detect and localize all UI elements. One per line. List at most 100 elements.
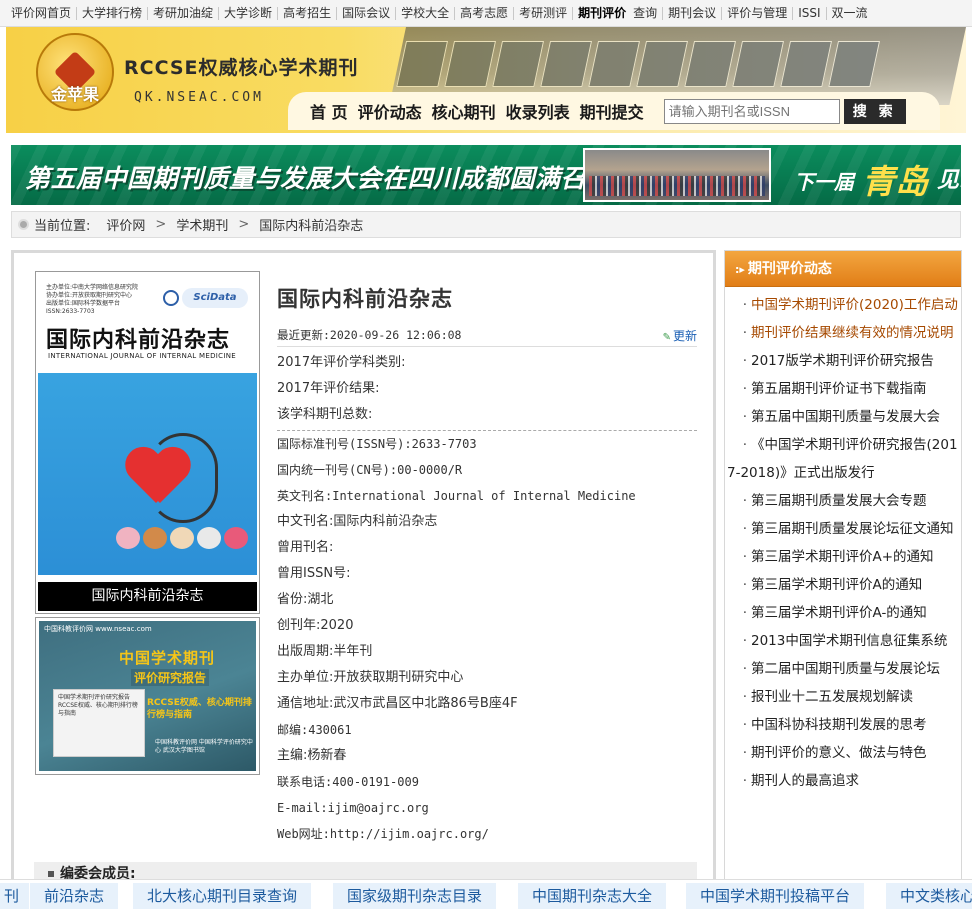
field-website[interactable]: Web网址:http://ijim.oajrc.org/ [277, 821, 697, 847]
sidebar-item[interactable]: · 第三届期刊质量发展论坛征文通知 [725, 515, 961, 543]
bottom-link[interactable]: 前沿杂志 [30, 883, 119, 909]
topnav-link-home[interactable]: 评价网首页 [6, 6, 78, 20]
field-email[interactable]: E-mail:ijim@oajrc.org [277, 795, 697, 821]
topnav-link-eval-management[interactable]: 评价与管理 [722, 6, 794, 20]
last-updated: 最近更新:2020-09-26 12:06:08 [277, 328, 462, 342]
cover-title: 国际内科前沿杂志 [46, 328, 231, 353]
bottom-link[interactable]: 北大核心期刊目录查询 [133, 883, 312, 909]
field-sponsor: 主办单位:开放获取期刊研究中心 [277, 670, 464, 685]
eval-block: 2017年评价学科类别: 2017年评价结果: 该学科期刊总数: [277, 347, 697, 431]
breadcrumb: 当前位置: 评价网 > 学术期刊 > 国际内科前沿杂志 [11, 211, 961, 238]
topnav-link-double-first[interactable]: 双一流 [827, 6, 873, 20]
bottom-link[interactable]: 中国期刊杂志大全 [518, 883, 667, 909]
field-issn: 国际标准刊号(ISSN号):2633-7703 [277, 437, 477, 451]
sidebar-item[interactable]: · 第三届期刊质量发展大会专题 [725, 487, 961, 515]
eval-total: 该学科期刊总数: [277, 407, 373, 422]
sidebar-list: · 中国学术期刊评价(2020)工作启动 · 期刊评价结果继续有效的情况说明 · 20… [725, 287, 961, 795]
sidebar-title: 期刊评价动态 [725, 251, 961, 287]
sidebar-item[interactable]: · 中国学术期刊评价(2020)工作启动 [725, 291, 961, 319]
bottom-link[interactable]: 中文类核心 [886, 883, 972, 909]
nav-submit-journal[interactable]: 期刊提交 [580, 99, 644, 123]
breadcrumb-item-academic-journals[interactable]: 学术期刊 [176, 215, 228, 234]
sidebar-item[interactable]: · 中国科协科技期刊发展的思考 [725, 711, 961, 739]
organs-illustration [116, 527, 248, 549]
journal-fields: 国际标准刊号(ISSN号):2633-7703 国内统一刊号(CN号):00-0… [277, 431, 697, 847]
sidebar-item[interactable]: · 2017版学术期刊评价研究报告 [725, 347, 961, 375]
search-input[interactable] [663, 98, 840, 124]
update-link[interactable]: 更新 [663, 327, 697, 346]
logo-text: 金苹果 [50, 85, 99, 104]
breadcrumb-label: 当前位置: [34, 219, 91, 234]
sidebar-item[interactable]: · 期刊人的最高追求 [725, 767, 961, 795]
sidebar-item[interactable]: · 期刊评价的意义、做法与特色 [725, 739, 961, 767]
sidebar-eval-news: 期刊评价动态 ·中国学术期刊评价(2020)工作启动 ·期刊评价结果继续有效的情… [724, 250, 962, 909]
field-former-name: 曾用刊名: [277, 540, 334, 555]
cover-illustration [38, 373, 257, 575]
site-url: QK.NSEAC.COM [134, 90, 264, 105]
heart-icon [124, 449, 188, 507]
field-frequency: 出版周期:半年刊 [277, 644, 373, 659]
chevron-right-icon: > [155, 217, 167, 232]
banner-next-label: 下一届 [794, 170, 854, 194]
report-ad-tagline: RCCSE权威、核心期刊排行榜与指南 [147, 698, 252, 720]
field-cn: 国内统一刊号(CN号):00-0000/R [277, 463, 463, 477]
breadcrumb-item-current: 国际内科前沿杂志 [259, 219, 364, 234]
field-english-name: 英文刊名:International Journal of Internal M… [277, 489, 636, 503]
location-icon [18, 219, 29, 230]
topnav-link-diagnosis[interactable]: 大学诊断 [219, 6, 279, 20]
topnav-link-query[interactable]: 查询 [628, 6, 664, 20]
topnav-link-gaokao[interactable]: 高考招生 [278, 6, 338, 20]
bottom-link[interactable]: 刊 [0, 883, 30, 909]
field-editor: 主编:杨新春 [277, 748, 347, 763]
search-button[interactable]: 搜 索 [843, 98, 906, 124]
bottom-link[interactable]: 国家级期刊杂志目录 [333, 883, 497, 909]
report-ad-subtitle: 评价研究报告 [131, 669, 210, 686]
sidebar-item[interactable]: · 第二届中国期刊质量与发展论坛 [725, 655, 961, 683]
journal-title: 国际内科前沿杂志 [277, 286, 453, 311]
report-ad-site: 中国科教评价网 www.nseac.com [44, 625, 152, 633]
bottom-link[interactable]: 中国学术期刊投稿平台 [686, 883, 865, 909]
topnav-link-schools[interactable]: 学校大全 [396, 6, 456, 20]
banner-headline: 第五届中国期刊质量与发展大会在四川成都圆满召开! [25, 164, 624, 193]
nav-home[interactable]: 首 页 [310, 99, 348, 123]
nav-index-list[interactable]: 收录列表 [506, 99, 570, 123]
topnav-link-kaoyan[interactable]: 考研加油绽 [148, 6, 220, 20]
sidebar-item[interactable]: · 第五届中国期刊质量与发展大会 [725, 403, 961, 431]
sidebar-item[interactable]: · 报刊业十二五发展规划解读 [725, 683, 961, 711]
report-ad-title: 中国学术期刊 [119, 649, 216, 667]
conference-banner[interactable]: 第五届中国期刊质量与发展大会在四川成都圆满召开! 下一届 青岛 见! [11, 145, 961, 205]
field-phone: 联系电话:400-0191-009 [277, 775, 419, 789]
sidebar-item[interactable]: · 《中国学术期刊评价研究报告(2017-2018)》正式出版发行 [725, 431, 961, 487]
topnav-link-university-ranking[interactable]: 大学排行榜 [77, 6, 149, 20]
journal-cover-image[interactable]: 主办单位:中南大学网络信息研究院 协办单位:开放获取期刊研究中心 出版单位:国际… [35, 271, 260, 614]
sidebar-item[interactable]: · 第三届学术期刊评价A-的通知 [725, 599, 961, 627]
main-nav: 首 页 评价动态 核心期刊 收录列表 期刊提交 搜 索 [288, 92, 940, 130]
field-province: 省份:湖北 [277, 592, 334, 607]
sidebar-item[interactable]: · 第三届学术期刊评价A的通知 [725, 571, 961, 599]
sidebar-item[interactable]: · 期刊评价结果继续有效的情况说明 [725, 319, 961, 347]
topnav-link-volunteer[interactable]: 高考志愿 [455, 6, 515, 20]
topnav-link-issi[interactable]: ISSI [793, 6, 827, 20]
journal-info: 国际内科前沿杂志 最近更新:2020-09-26 12:06:08 更新 201… [277, 253, 697, 847]
sidebar-item[interactable]: · 第五届期刊评价证书下载指南 [725, 375, 961, 403]
field-chinese-name: 中文刊名:国际内科前沿杂志 [277, 514, 438, 529]
sidebar-item[interactable]: · 2013中国学术期刊信息征集系统 [725, 627, 961, 655]
nav-eval-news[interactable]: 评价动态 [358, 99, 422, 123]
nav-core-journals[interactable]: 核心期刊 [432, 99, 496, 123]
cover-header: 主办单位:中南大学网络信息研究院 协办单位:开放获取期刊研究中心 出版单位:国际… [36, 272, 259, 372]
field-postcode: 邮编:430061 [277, 723, 352, 737]
site-title: RCCSE权威核心学术期刊 [124, 57, 359, 79]
topnav-link-conference[interactable]: 国际会议 [337, 6, 397, 20]
field-address: 通信地址:武汉市武昌区中北路86号B座4F [277, 696, 518, 711]
topnav-link-journal-meeting[interactable]: 期刊会议 [663, 6, 723, 20]
eval-report-ad[interactable]: 中国科教评价网 www.nseac.com 中国学术期刊 评价研究报告 中国学术… [35, 617, 260, 775]
breadcrumb-item-pingjiawang[interactable]: 评价网 [106, 215, 145, 234]
topnav-link-journal-eval[interactable]: 期刊评价 [573, 6, 628, 20]
chevron-right-icon: > [238, 217, 250, 232]
sidebar-item[interactable]: · 第三届学术期刊评价A+的通知 [725, 543, 961, 571]
cover-caption[interactable]: 国际内科前沿杂志 [38, 582, 257, 611]
report-ad-image: 中国科教评价网 www.nseac.com 中国学术期刊 评价研究报告 中国学术… [39, 621, 256, 771]
topnav-link-kaoyan-eval[interactable]: 考研测评 [514, 6, 574, 20]
bottom-link-bar: 刊 前沿杂志 北大核心期刊目录查询 国家级期刊杂志目录 中国期刊杂志大全 中国学… [0, 879, 972, 909]
field-former-issn: 曾用ISSN号: [277, 566, 351, 581]
